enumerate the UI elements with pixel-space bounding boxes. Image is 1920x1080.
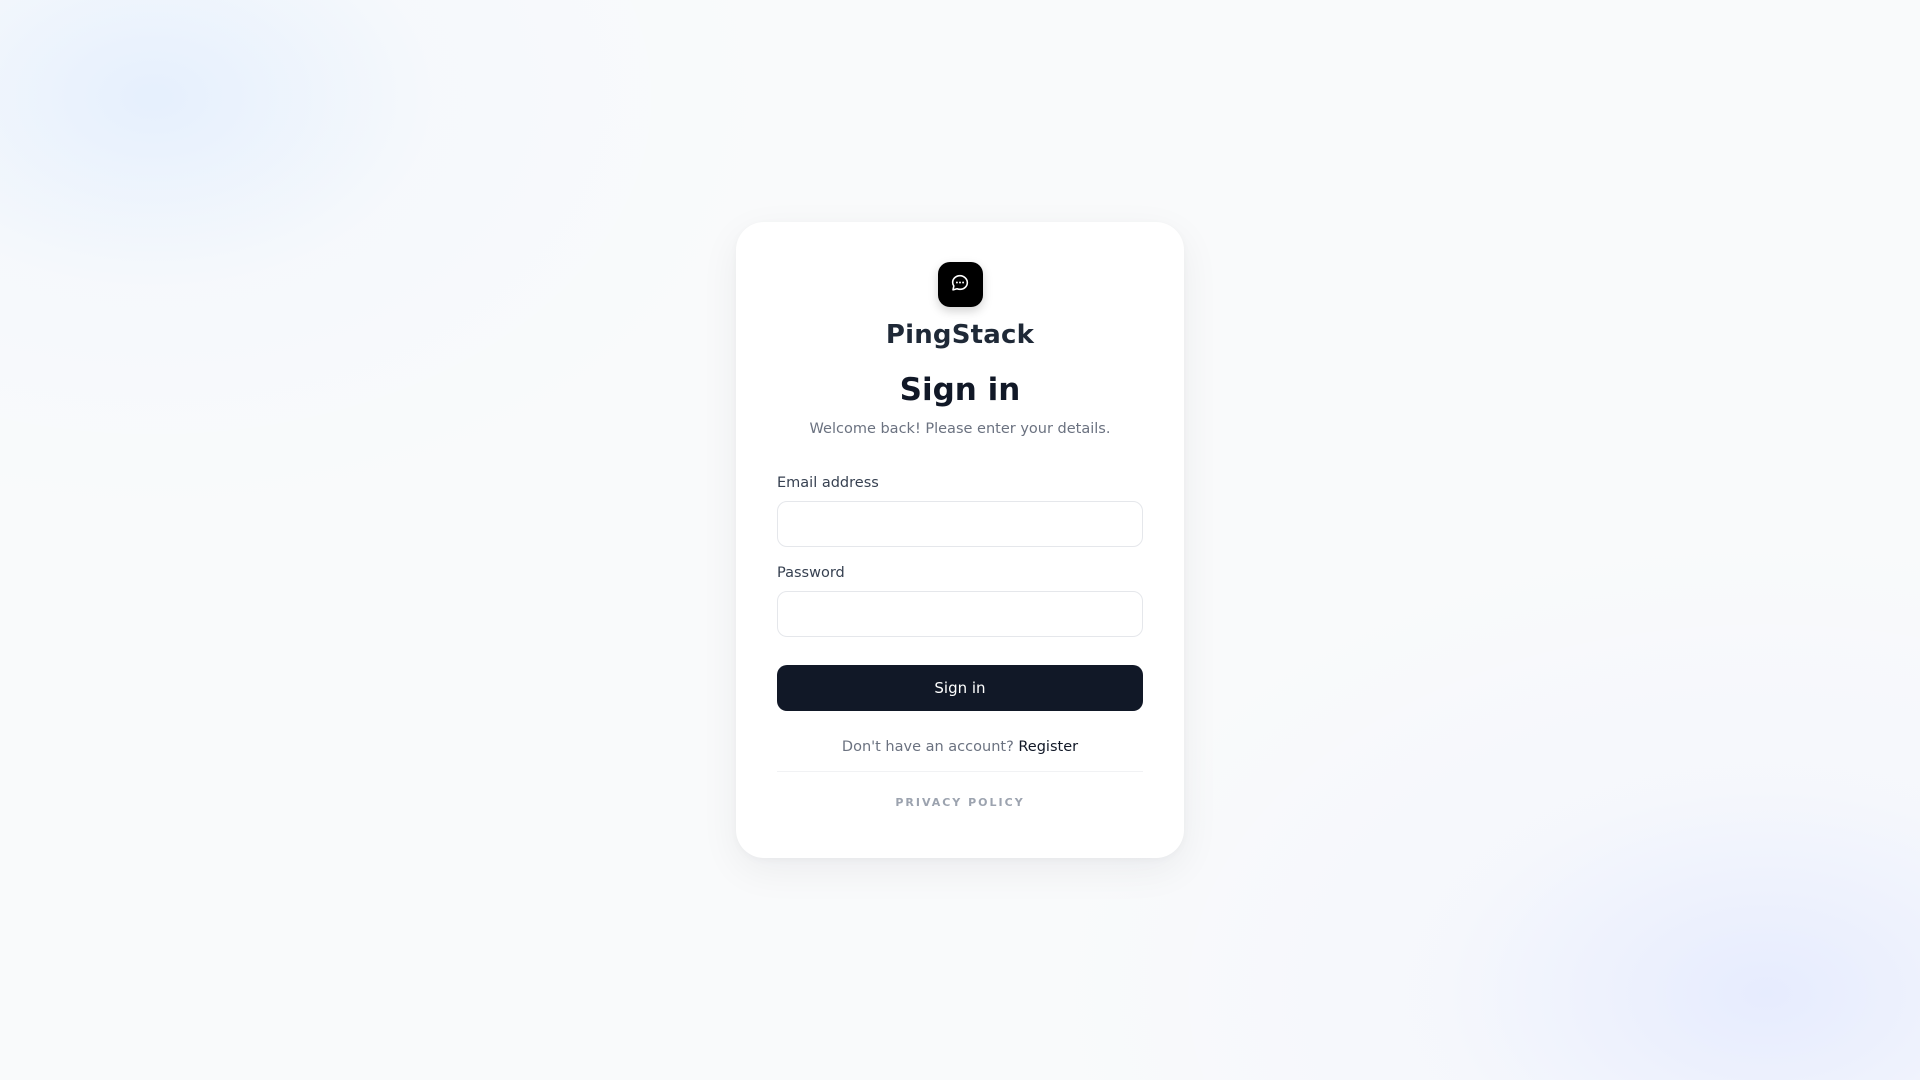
privacy-policy-link[interactable]: PRIVACY POLICY bbox=[895, 796, 1024, 810]
email-field-group: Email address bbox=[777, 473, 1143, 547]
register-prompt: Don't have an account? bbox=[841, 739, 1019, 755]
register-link[interactable]: Register bbox=[1018, 739, 1078, 755]
email-input[interactable] bbox=[777, 501, 1143, 547]
page-subtitle: Welcome back! Please enter your details. bbox=[809, 421, 1111, 437]
password-field-group: Password bbox=[777, 563, 1143, 637]
password-label: Password bbox=[777, 565, 845, 581]
divider bbox=[777, 771, 1143, 772]
sign-in-button[interactable]: Sign in bbox=[777, 665, 1143, 711]
chat-bubble-icon bbox=[950, 273, 970, 297]
brand-logo bbox=[937, 262, 983, 307]
register-row: Don't have an account? Register bbox=[842, 737, 1078, 757]
password-input[interactable] bbox=[777, 591, 1143, 637]
sign-in-card: PingStack Sign in Welcome back! Please e… bbox=[736, 222, 1184, 858]
page-title: Sign in bbox=[899, 372, 1021, 408]
brand-name: PingStack bbox=[885, 320, 1035, 350]
email-label: Email address bbox=[777, 475, 879, 491]
